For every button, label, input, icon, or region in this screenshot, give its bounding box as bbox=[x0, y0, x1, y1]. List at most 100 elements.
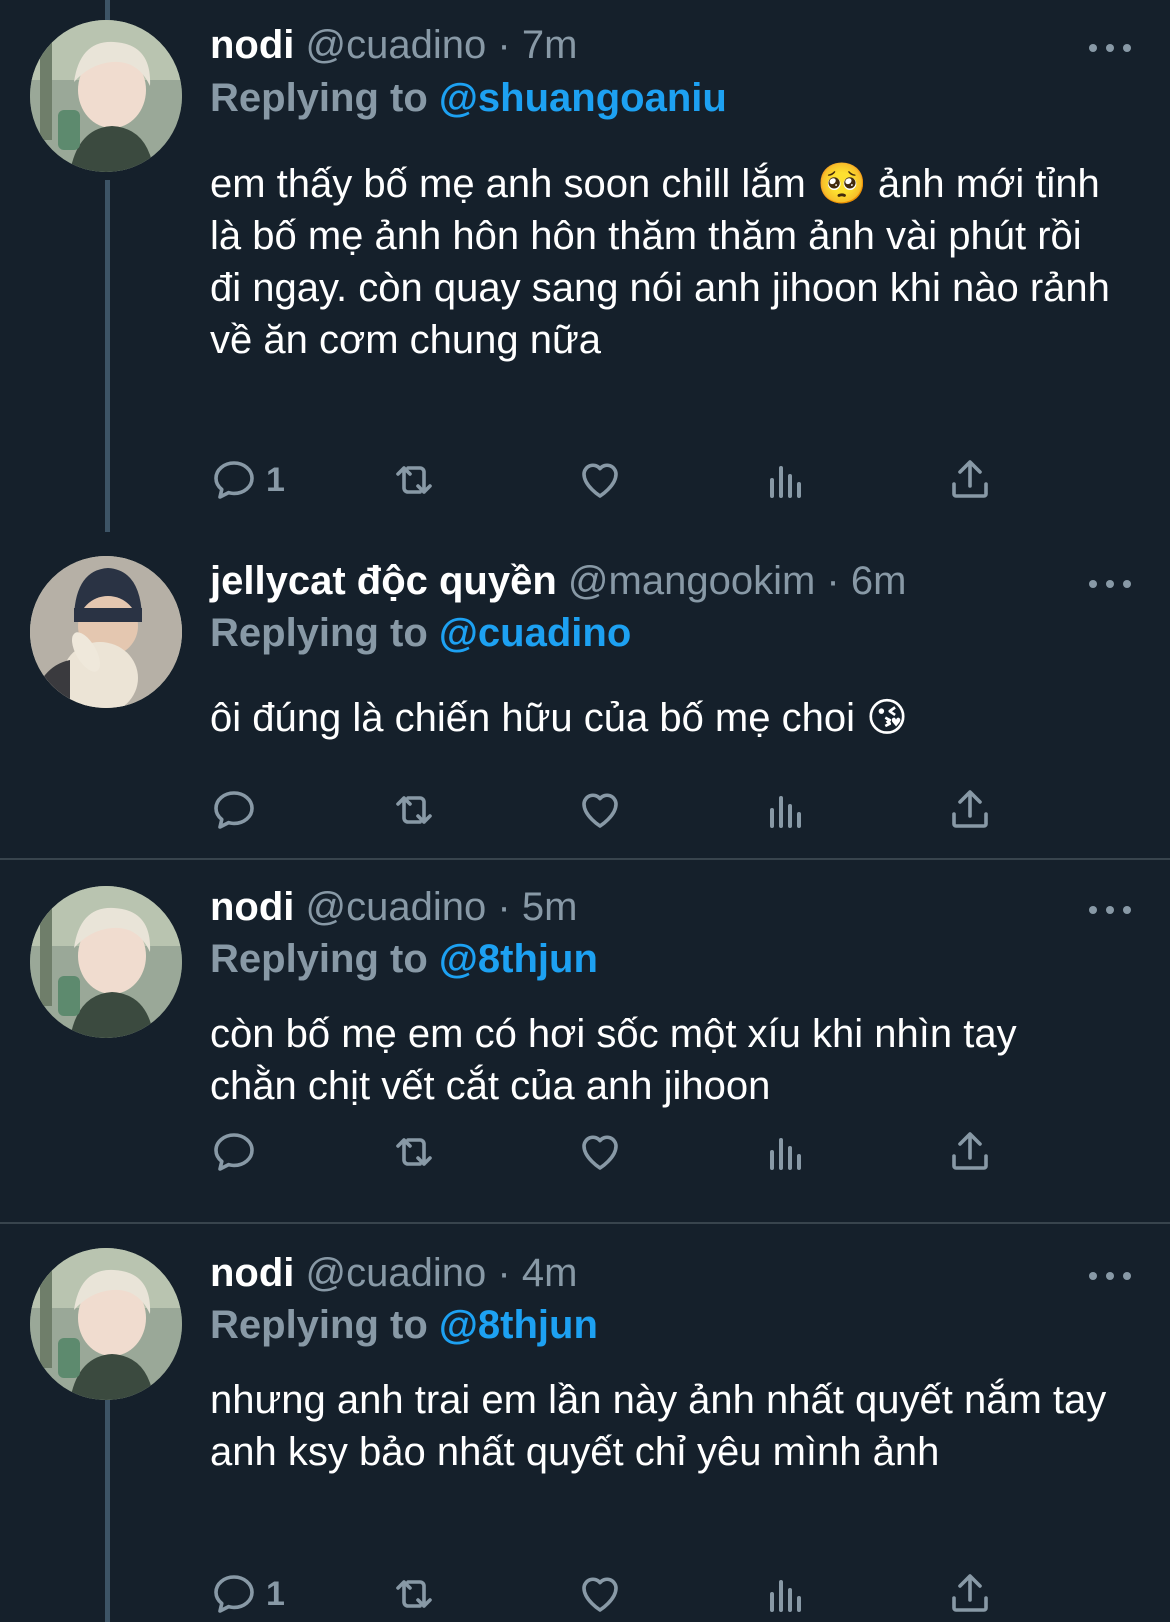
replying-to: Replying to @8thjun bbox=[210, 934, 598, 984]
avatar[interactable] bbox=[30, 20, 182, 172]
tweet-text-part: còn bố mẹ em có hơi sốc một xíu khi nhìn… bbox=[210, 1012, 1017, 1108]
share-icon bbox=[952, 1132, 988, 1170]
reply-button[interactable] bbox=[210, 782, 258, 838]
reply-icon bbox=[214, 1575, 254, 1613]
display-name[interactable]: nodi bbox=[210, 1251, 294, 1295]
analytics-icon bbox=[770, 796, 801, 828]
mention-link[interactable]: @8thjun bbox=[439, 937, 598, 981]
like-button[interactable] bbox=[576, 782, 624, 838]
reply-button[interactable]: 1 bbox=[210, 1566, 285, 1622]
action-bar: 1 bbox=[210, 452, 1050, 508]
tweet-text-part: nhưng anh trai em lần này ảnh nhất quyết… bbox=[210, 1378, 1107, 1474]
reply-count: 1 bbox=[266, 460, 285, 499]
replying-label: Replying to bbox=[210, 611, 428, 655]
action-bar bbox=[210, 782, 1050, 838]
share-icon bbox=[952, 1574, 988, 1612]
heart-icon bbox=[582, 463, 618, 498]
retweet-button[interactable] bbox=[390, 452, 438, 508]
heart-icon bbox=[582, 1135, 618, 1170]
like-button[interactable] bbox=[576, 1124, 624, 1180]
replying-label: Replying to bbox=[210, 76, 428, 120]
share-button[interactable] bbox=[946, 452, 994, 508]
retweet-icon bbox=[396, 1138, 432, 1166]
pleading-face-emoji: 🥺 bbox=[816, 162, 867, 206]
analytics-button[interactable] bbox=[762, 1124, 810, 1180]
analytics-button[interactable] bbox=[762, 782, 810, 838]
analytics-button[interactable] bbox=[762, 1566, 810, 1622]
handle[interactable]: @mangookim bbox=[568, 559, 815, 603]
like-button[interactable] bbox=[576, 1566, 624, 1622]
reply-icon bbox=[214, 791, 254, 829]
handle[interactable]: @cuadino bbox=[306, 1251, 487, 1295]
handle[interactable]: @cuadino bbox=[306, 885, 487, 929]
share-button[interactable] bbox=[946, 1566, 994, 1622]
dot-separator: · bbox=[497, 1251, 511, 1295]
tweet[interactable]: nodi @cuadino · 5m Replying to @8thjun c… bbox=[0, 860, 1170, 1222]
display-name[interactable]: nodi bbox=[210, 885, 294, 929]
timestamp[interactable]: 6m bbox=[851, 559, 907, 603]
replying-label: Replying to bbox=[210, 937, 428, 981]
tweet[interactable]: jellycat độc quyền @mangookim · 6m Reply… bbox=[0, 532, 1170, 858]
tweet-text: nhưng anh trai em lần này ảnh nhất quyết… bbox=[210, 1374, 1110, 1478]
tweet-header: jellycat độc quyền @mangookim · 6m bbox=[210, 556, 906, 606]
more-icon[interactable] bbox=[1085, 900, 1135, 920]
more-icon[interactable] bbox=[1085, 38, 1135, 58]
retweet-button[interactable] bbox=[390, 1566, 438, 1622]
tweet-text: ôi đúng là chiến hữu của bố mẹ choi 😘 bbox=[210, 692, 1110, 744]
share-icon bbox=[952, 460, 988, 498]
action-bar: 1 bbox=[210, 1566, 1050, 1622]
tweet-text-part: em thấy bố mẹ anh soon chill lắm bbox=[210, 162, 817, 206]
replying-to: Replying to @shuangoaniu bbox=[210, 73, 727, 123]
timestamp[interactable]: 4m bbox=[522, 1251, 578, 1295]
analytics-icon bbox=[770, 1138, 801, 1170]
timestamp[interactable]: 7m bbox=[522, 23, 578, 67]
handle[interactable]: @cuadino bbox=[306, 23, 487, 67]
tweet-header: nodi @cuadino · 5m bbox=[210, 882, 577, 932]
tweet-header: nodi @cuadino · 7m bbox=[210, 20, 577, 70]
more-icon[interactable] bbox=[1085, 1266, 1135, 1286]
retweet-icon bbox=[396, 466, 432, 494]
heart-icon bbox=[582, 1577, 618, 1612]
share-button[interactable] bbox=[946, 1124, 994, 1180]
display-name[interactable]: jellycat độc quyền bbox=[210, 559, 557, 603]
share-icon bbox=[952, 790, 988, 828]
retweet-button[interactable] bbox=[390, 1124, 438, 1180]
dot-separator: · bbox=[497, 23, 511, 67]
retweet-icon bbox=[396, 1580, 432, 1608]
dot-separator: · bbox=[826, 559, 840, 603]
display-name[interactable]: nodi bbox=[210, 23, 294, 67]
replying-to: Replying to @cuadino bbox=[210, 608, 631, 658]
mention-link[interactable]: @shuangoaniu bbox=[439, 76, 727, 120]
reply-button[interactable] bbox=[210, 1124, 258, 1180]
tweet[interactable]: nodi @cuadino · 7m Replying to @shuangoa… bbox=[0, 0, 1170, 532]
mention-link[interactable]: @cuadino bbox=[439, 611, 631, 655]
replying-label: Replying to bbox=[210, 1303, 428, 1347]
tweet-text: còn bố mẹ em có hơi sốc một xíu khi nhìn… bbox=[210, 1008, 1110, 1112]
avatar[interactable] bbox=[30, 556, 182, 708]
tweet-header: nodi @cuadino · 4m bbox=[210, 1248, 577, 1298]
analytics-icon bbox=[770, 466, 801, 498]
reply-icon bbox=[214, 1133, 254, 1171]
tweet-text: em thấy bố mẹ anh soon chill lắm 🥺 ảnh m… bbox=[210, 158, 1110, 366]
reply-icon bbox=[214, 461, 254, 499]
tweet-text-part: ôi đúng là chiến hữu của bố mẹ choi bbox=[210, 696, 867, 740]
avatar[interactable] bbox=[30, 1248, 182, 1400]
like-button[interactable] bbox=[576, 452, 624, 508]
avatar[interactable] bbox=[30, 886, 182, 1038]
avatar-photo bbox=[30, 20, 182, 172]
mention-link[interactable]: @8thjun bbox=[439, 1303, 598, 1347]
dot-separator: · bbox=[497, 885, 511, 929]
heart-icon bbox=[582, 793, 618, 828]
avatar-photo bbox=[30, 556, 182, 708]
reply-count: 1 bbox=[266, 1574, 285, 1613]
retweet-button[interactable] bbox=[390, 782, 438, 838]
more-icon[interactable] bbox=[1085, 574, 1135, 594]
tweet[interactable]: nodi @cuadino · 4m Replying to @8thjun n… bbox=[0, 1224, 1170, 1622]
analytics-button[interactable] bbox=[762, 452, 810, 508]
analytics-icon bbox=[770, 1580, 801, 1612]
share-button[interactable] bbox=[946, 782, 994, 838]
avatar-photo bbox=[30, 886, 182, 1038]
timestamp[interactable]: 5m bbox=[522, 885, 578, 929]
kissing-face-emoji: 😘 bbox=[866, 696, 908, 740]
reply-button[interactable]: 1 bbox=[210, 452, 285, 508]
